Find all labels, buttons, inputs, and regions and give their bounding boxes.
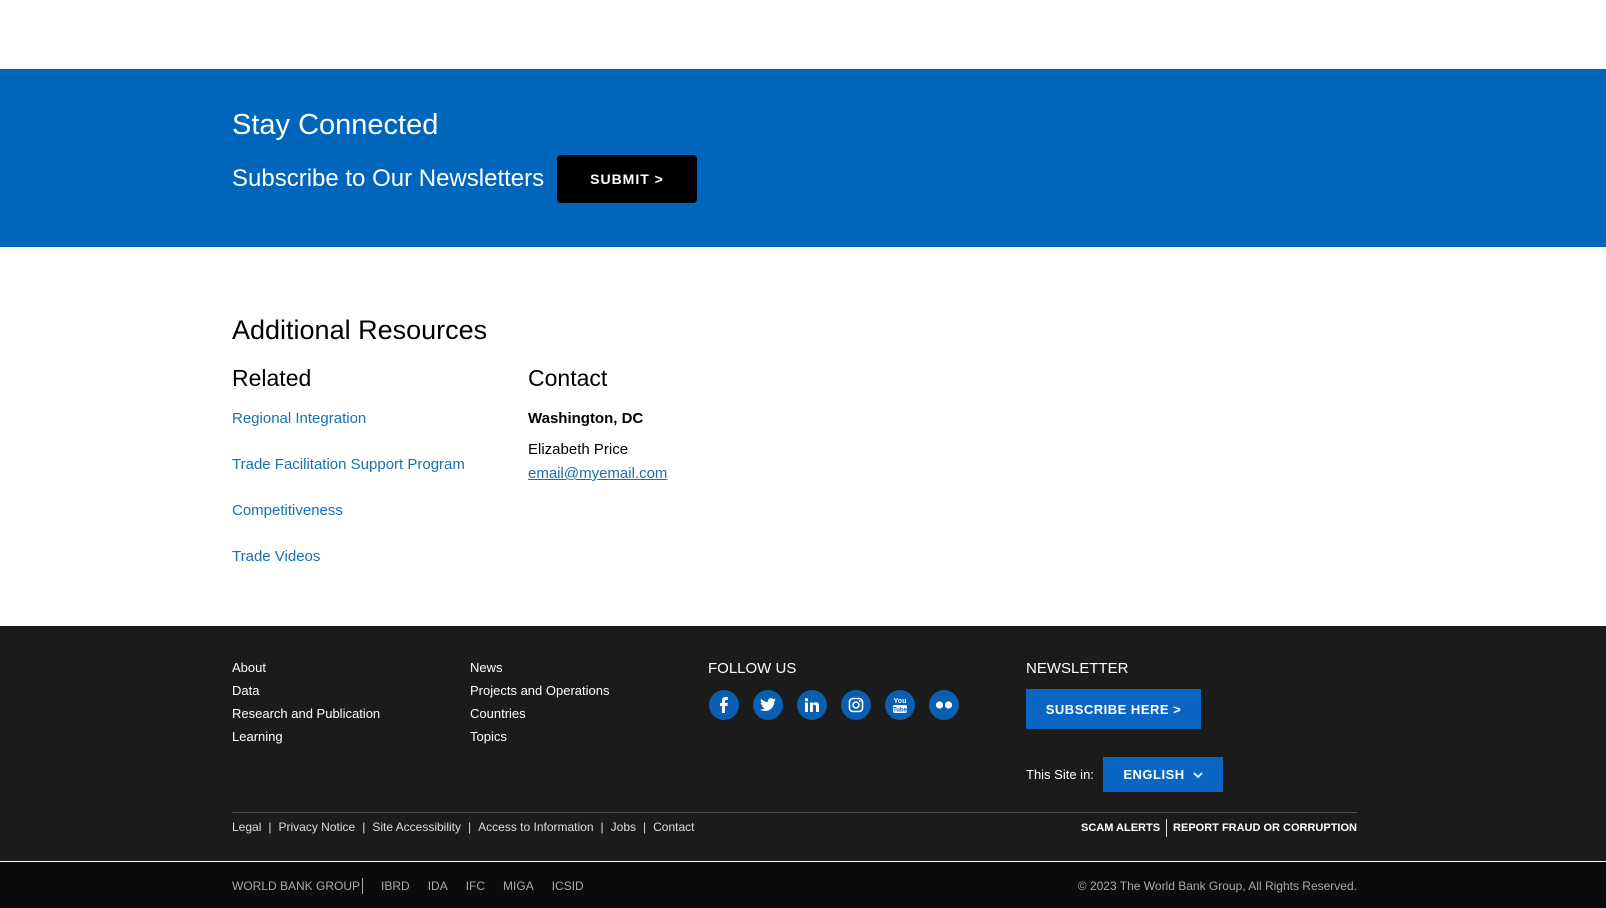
twitter-icon[interactable] <box>753 690 783 720</box>
footer-link-about[interactable]: About <box>232 660 380 683</box>
site-footer: About Data Research and Publication Lear… <box>0 626 1606 861</box>
contact-link[interactable]: Contact <box>653 820 694 834</box>
follow-us-title: FOLLOW US <box>708 660 797 677</box>
bottom-bar: WORLD BANK GROUP IBRD IDA IFC MIGA ICSID… <box>0 862 1606 908</box>
linkedin-icon[interactable] <box>797 690 827 720</box>
ida-link[interactable]: IDA <box>428 879 448 893</box>
footer-link-topics[interactable]: Topics <box>470 729 609 752</box>
instagram-icon[interactable] <box>841 690 871 720</box>
footer-link-news[interactable]: News <box>470 660 609 683</box>
ifc-link[interactable]: IFC <box>466 879 485 893</box>
divider <box>362 878 364 894</box>
footer-links-col2: News Projects and Operations Countries T… <box>470 660 609 752</box>
copyright-text: © 2023 The World Bank Group, All Rights … <box>1077 879 1357 893</box>
footer-links-col1: About Data Research and Publication Lear… <box>232 660 380 752</box>
svg-text:Tube: Tube <box>893 708 908 714</box>
ibrd-link[interactable]: IBRD <box>381 879 410 893</box>
site-accessibility-link[interactable]: Site Accessibility <box>372 820 461 834</box>
site-language-label: This Site in: <box>1026 767 1094 782</box>
report-fraud-link[interactable]: REPORT FRAUD OR CORRUPTION <box>1173 822 1357 834</box>
social-links: You Tube <box>709 690 959 720</box>
svg-text:You: You <box>894 698 907 705</box>
world-bank-group-links: WORLD BANK GROUP IBRD IDA IFC MIGA ICSID <box>232 878 602 894</box>
world-bank-group-label[interactable]: WORLD BANK GROUP <box>232 879 360 893</box>
contact-heading: Contact <box>528 365 608 391</box>
jobs-link[interactable]: Jobs <box>611 820 636 834</box>
resources-title: Additional Resources <box>232 315 488 345</box>
additional-resources: Additional Resources Related Regional In… <box>0 247 1606 626</box>
icsid-link[interactable]: ICSID <box>552 879 584 893</box>
footer-link-data[interactable]: Data <box>232 683 380 706</box>
related-link[interactable]: Competitiveness <box>232 502 465 548</box>
facebook-icon[interactable] <box>709 690 739 720</box>
related-link[interactable]: Regional Integration <box>232 410 465 456</box>
contact-name: Elizabeth Price <box>528 441 629 458</box>
divider <box>1166 819 1168 837</box>
newsletter-subtitle: Subscribe to Our Newsletters <box>232 165 545 192</box>
footer-link-learning[interactable]: Learning <box>232 729 380 752</box>
language-value: ENGLISH <box>1123 767 1185 782</box>
footer-link-projects[interactable]: Projects and Operations <box>470 683 609 706</box>
language-select[interactable]: ENGLISH <box>1103 757 1223 792</box>
scam-alerts-link[interactable]: SCAM ALERTS <box>1081 822 1160 834</box>
contact-column: Contact Washington, DC Elizabeth Price e… <box>528 365 667 483</box>
flickr-icon[interactable] <box>929 690 959 720</box>
contact-city: Washington, DC <box>528 410 644 427</box>
footer-divider <box>232 812 1357 813</box>
contact-email-link[interactable]: email@myemail.com <box>528 465 667 482</box>
subscribe-here-button[interactable]: SUBSCRIBE HERE > <box>1026 689 1201 729</box>
privacy-notice-link[interactable]: Privacy Notice <box>279 820 356 834</box>
youtube-icon[interactable]: You Tube <box>885 690 915 720</box>
stay-connected-title: Stay Connected <box>232 109 439 141</box>
legal-link[interactable]: Legal <box>232 820 261 834</box>
related-link[interactable]: Trade Videos <box>232 548 465 594</box>
footer-link-countries[interactable]: Countries <box>470 706 609 729</box>
legal-links: Legal | Privacy Notice | Site Accessibilit… <box>232 820 695 834</box>
chevron-down-icon <box>1193 767 1203 782</box>
fraud-links: SCAM ALERTS REPORT FRAUD OR CORRUPTION <box>1081 819 1357 837</box>
related-heading: Related <box>232 365 312 391</box>
stay-connected-band: Stay Connected Subscribe to Our Newslett… <box>0 69 1606 247</box>
miga-link[interactable]: MIGA <box>503 879 534 893</box>
related-link[interactable]: Trade Facilitation Support Program <box>232 456 465 502</box>
footer-link-research[interactable]: Research and Publication <box>232 706 380 729</box>
submit-button[interactable]: SUBMIT > <box>557 155 697 203</box>
top-spacer <box>0 0 1606 69</box>
related-column: Related Regional Integration Trade Facil… <box>232 365 465 594</box>
newsletter-title: NEWSLETTER <box>1026 660 1129 677</box>
access-to-information-link[interactable]: Access to Information <box>478 820 593 834</box>
